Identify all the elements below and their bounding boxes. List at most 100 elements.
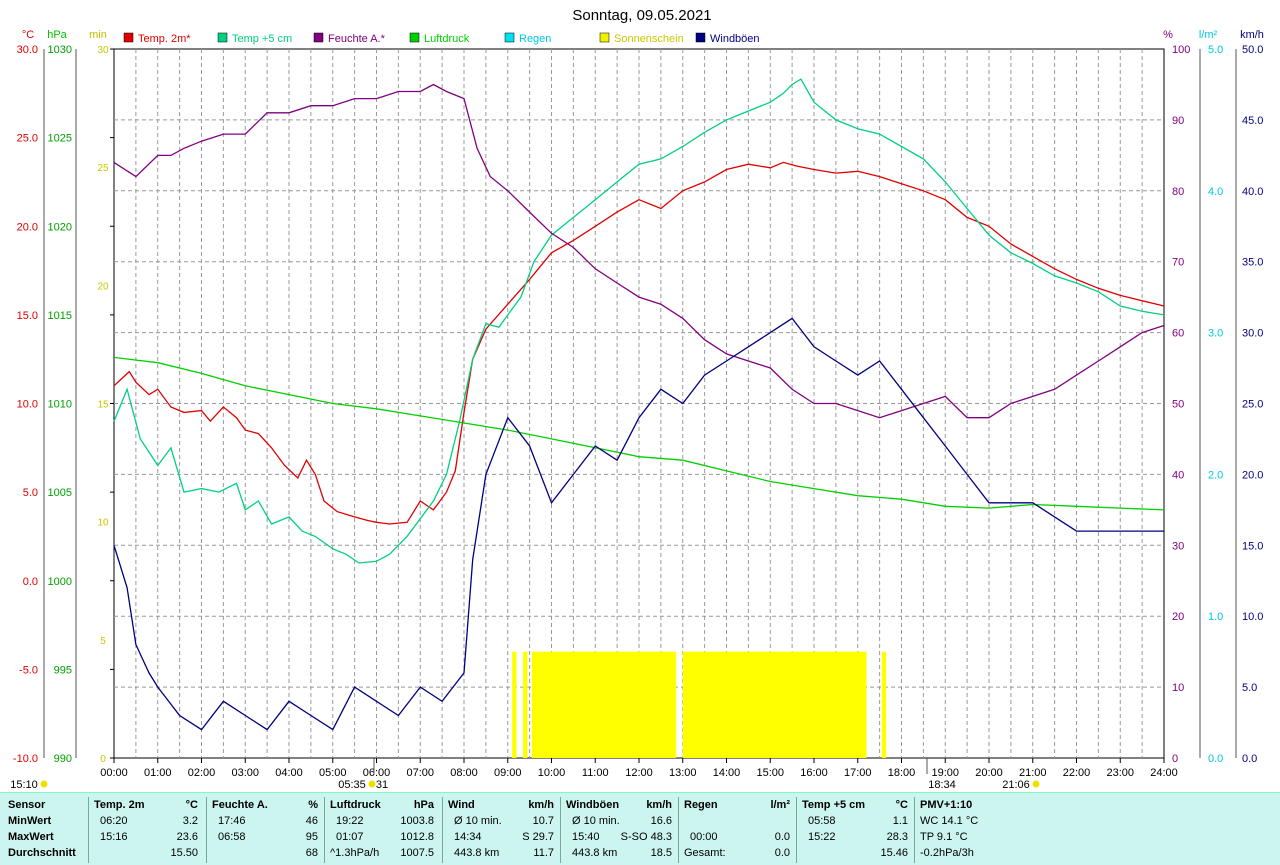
temp-tick-label: 10.0 [17,399,38,411]
stats-regen-col: Regen l/m² 00:00 0.0 Gesamt: 0.0 [682,793,794,865]
x-tick-label: 23:00 [1106,767,1134,779]
legend-label: Temp. 2m* [138,33,191,45]
x-tick-label: 19:00 [931,767,959,779]
x-tick-label: 12:00 [625,767,653,779]
legend-label: Sonnenschein [614,33,684,45]
stats-luftdruck-min-time: 19:22 [336,815,364,827]
left-time-marker: 15:10 [10,779,38,791]
moon-marker [1032,780,1040,788]
stats-feuchte-min-time: 17:46 [218,815,246,827]
humidity-tick-label: 60 [1172,328,1184,340]
sunshine-bar [531,651,677,758]
stats-feuchte-max: 95 [305,831,318,843]
sunshine-bar [512,651,517,758]
stats-windboen-distance: 443.8 km [572,847,618,859]
wind-tick-label: 35.0 [1242,257,1263,269]
sunrise-marker-b: 31 [376,779,388,791]
x-tick-label: 11:00 [582,767,609,779]
legend-swatch [217,32,228,43]
humidity-tick-label: 10 [1172,682,1184,694]
stats-windboen-max-time: 15:40 [572,831,600,843]
stats-pmv-col: PMV+1:10 WC 14.1 °C TP 9.1 °C -0.2hPa/3h [918,793,1038,865]
pressure-tick-label: 995 [54,664,72,676]
legend-label: Temp +5 cm [232,33,292,45]
x-tick-label: 02:00 [188,767,216,779]
legend-swatch [409,32,420,43]
sunshine-bars [512,651,887,758]
stats-temp2m-max: 23.6 [176,831,198,843]
stats-temp5-unit: °C [895,799,908,811]
x-tick-label: 05:00 [319,767,347,779]
humidity-tick-label: 80 [1172,186,1184,198]
stats-regen-unit: l/m² [770,799,790,811]
stats-sensor-col: Sensor MinWert MaxWert Durchschnitt [6,793,88,865]
pressure-tick-label: 1005 [48,487,72,499]
stats-feuchte-avg: 68 [305,847,318,859]
rain-tick-label: 1.0 [1208,611,1223,623]
sunshine-axis-unit: min [89,29,107,41]
x-tick-label: 09:00 [494,767,522,779]
sunshine-tick-label: 25 [97,163,109,174]
stats-windboen-avg: 18.5 [650,847,672,859]
stats-row-min: MinWert [8,815,52,827]
stats-wind-avg10: 10.7 [532,815,554,827]
temp-axis-unit: °C [22,29,34,41]
pressure-tick-label: 1025 [48,133,72,145]
x-tick-label: 13:00 [669,767,697,779]
temp-tick-label: 15.0 [17,310,38,322]
sunshine-tick-label: 15 [97,400,109,411]
stats-feuchte-min: 46 [305,815,318,827]
x-tick-label: 18:00 [888,767,916,779]
x-tick-label: 17:00 [844,767,872,779]
stats-temp2m-max-time: 15:16 [100,831,128,843]
stats-feuchte-col: Feuchte A. % 17:46 46 06:58 95 68 [210,793,322,865]
chart-svg: 00:00 01:00 02:00 03:00 04:00 05:00 06:00 07:00… [10,7,1264,791]
sunshine-tick-label: 0 [100,754,106,765]
temp-tick-label: 25.0 [17,133,38,145]
x-tick-label: 20:00 [975,767,1003,779]
wind-tick-label: 0.0 [1242,753,1257,765]
moonset-time: 21:06 [1002,779,1030,791]
humidity-tick-label: 90 [1172,115,1184,127]
stats-wind-unit: km/h [528,799,554,811]
sunrise-time: 05:35 [338,779,366,791]
stats-wind-distance: 443.8 km [454,847,500,859]
x-tick-label: 16:00 [800,767,828,779]
temp-tick-label: 5.0 [23,487,38,499]
wind-tick-label: 10.0 [1242,611,1263,623]
sunshine-tick-label: 10 [97,518,109,529]
x-tick-label: 01:00 [144,767,172,779]
stats-regen-max-time: 00:00 [690,831,718,843]
wind-tick-label: 50.0 [1242,44,1263,56]
sunshine-tick-label: 30 [97,45,109,56]
temp-tick-label: -10.0 [13,753,38,765]
sun-marker [368,780,376,788]
x-tick-label: 22:00 [1063,767,1091,779]
stats-wind-max: S 29.7 [522,831,554,843]
stats-temp5-avg: 15.46 [880,847,908,859]
wind-tick-label: 45.0 [1242,115,1263,127]
stats-wind-max-time: 14:34 [454,831,482,843]
stats-temp5-max-time: 15:22 [808,831,836,843]
weather-chart: 00:00 01:00 02:00 03:00 04:00 05:00 06:00 07:00… [0,0,1280,792]
stats-temp5-min-time: 05:58 [808,815,836,827]
stats-temp5-header: Temp +5 cm [802,799,866,811]
stats-windboen-unit: km/h [646,799,672,811]
wind-axis-unit: km/h [1240,29,1264,41]
stats-luftdruck-unit: hPa [413,799,434,811]
stats-temp5-min: 1.1 [892,815,908,827]
legend-swatch [123,32,134,43]
chart-title: Sonntag, 09.05.2021 [572,7,711,24]
humidity-tick-label: 50 [1172,399,1184,411]
stats-wind-header: Wind [448,799,475,811]
x-tick-label: 06:00 [363,767,391,779]
stats-feuchte-unit: % [308,799,318,811]
legend-label: Feuchte A.* [328,33,386,45]
stats-temp2m-min-time: 06:20 [100,815,128,827]
rain-tick-label: 4.0 [1208,186,1223,198]
sunshine-tick-label: 20 [97,281,109,292]
sunshine-bar [523,651,528,758]
sunshine-bar [881,651,887,758]
temp-tick-label: 20.0 [17,221,38,233]
wind-tick-label: 25.0 [1242,399,1263,411]
